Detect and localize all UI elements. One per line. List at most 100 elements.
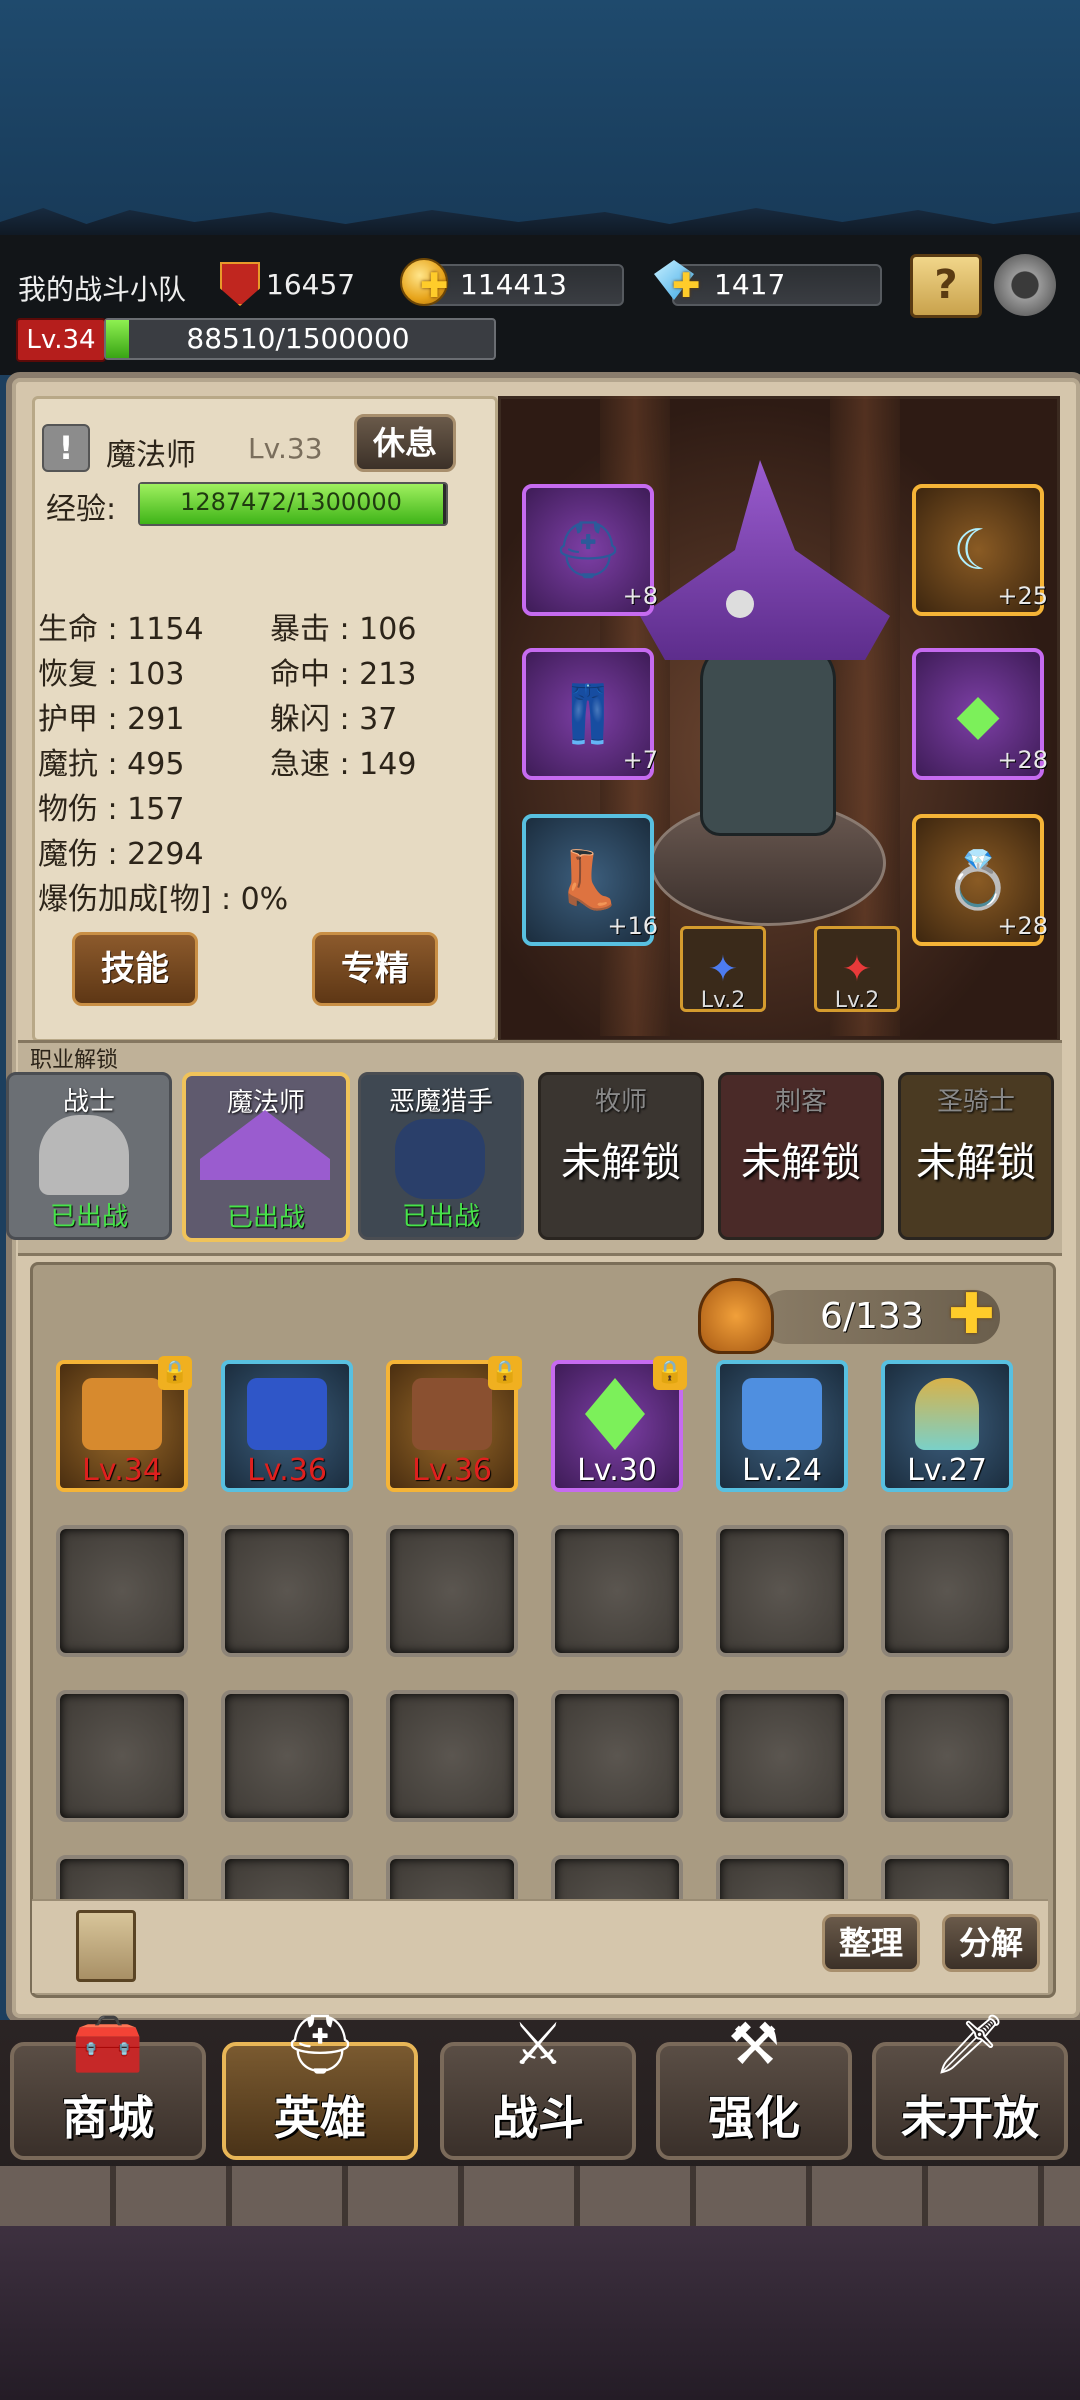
inventory-item[interactable]: Lv.27	[881, 1360, 1013, 1492]
nav-locked[interactable]: 🗡 未开放	[872, 2010, 1068, 2160]
inventory-item[interactable]: 🔒 Lv.36	[386, 1356, 522, 1492]
class-card-priest[interactable]: 牧师 未解锁	[538, 1072, 704, 1240]
wizard-character	[700, 640, 836, 836]
empty-slot[interactable]	[221, 1690, 353, 1822]
blue-pants-icon	[742, 1378, 822, 1450]
class-name: 牧师	[594, 1087, 647, 1117]
empty-slot[interactable]	[881, 1525, 1013, 1657]
nav-battle-label: 战斗	[492, 2091, 584, 2145]
red-gem-badge-icon: ✦	[841, 948, 873, 990]
gem-2-level: Lv.2	[834, 988, 880, 1013]
empty-slot[interactable]	[56, 1855, 188, 1899]
class-name: 恶魔猎手	[388, 1087, 493, 1117]
nav-locked-label: 未开放	[901, 2091, 1039, 2145]
skill-button[interactable]: 技能	[72, 932, 198, 1006]
expand-capacity-icon[interactable]: ✚	[948, 1282, 995, 1347]
ring-icon: 💍	[943, 848, 1013, 913]
empty-slot[interactable]	[221, 1855, 353, 1899]
class-name: 战士	[62, 1087, 115, 1117]
warrior-helmet-icon	[39, 1115, 129, 1195]
blue-boots-icon	[247, 1378, 327, 1450]
crossed-swords-icon: ⚔	[512, 2010, 564, 2078]
inventory-item[interactable]: 🔒 Lv.34	[56, 1356, 192, 1492]
inventory-item[interactable]: Lv.36	[221, 1360, 353, 1492]
class-status: 未解锁	[741, 1140, 861, 1186]
staff-slot[interactable]: ◆ +28	[912, 648, 1048, 780]
empty-slot[interactable]	[551, 1690, 683, 1822]
ring-slot[interactable]: 💍 +28	[912, 814, 1048, 946]
codex-book-icon[interactable]	[76, 1910, 136, 1982]
class-card-warrior[interactable]: 战士 已出战	[6, 1072, 172, 1240]
empty-slot[interactable]	[56, 1690, 188, 1822]
exp-label: 经验:	[46, 492, 117, 527]
top-background	[0, 0, 1080, 235]
item-level: Lv.36	[247, 1453, 327, 1488]
weapon-slot[interactable]: ☾ +25	[912, 484, 1048, 616]
item-level: Lv.36	[412, 1453, 492, 1488]
gem-slot-2[interactable]: ✦ Lv.2	[814, 926, 900, 1013]
help-book-icon[interactable]: ?	[910, 254, 982, 318]
boots-plus: +16	[607, 912, 658, 940]
inventory-item[interactable]: Lv.24	[716, 1360, 848, 1492]
item-level: Lv.30	[577, 1453, 657, 1488]
nav-hero-label: 英雄	[274, 2091, 366, 2145]
brick-wall	[0, 2166, 1080, 2226]
item-level: Lv.27	[907, 1453, 987, 1488]
player-level-badge: Lv.34	[16, 318, 106, 362]
rest-button[interactable]: 休息	[354, 414, 456, 472]
inventory-item[interactable]: 🔒 Lv.30	[551, 1356, 687, 1492]
nav-shop[interactable]: 🧰 商城	[10, 2010, 206, 2160]
demon-hunter-icon	[395, 1119, 485, 1199]
add-gold-icon[interactable]: ✚	[420, 266, 449, 306]
empty-slot[interactable]	[551, 1525, 683, 1657]
decompose-button[interactable]: 分解	[942, 1914, 1040, 1972]
info-icon[interactable]: !	[42, 424, 90, 472]
capacity-value: 6/133	[820, 1296, 924, 1337]
class-card-assassin[interactable]: 刺客 未解锁	[718, 1072, 884, 1240]
gear-icon[interactable]	[994, 254, 1056, 316]
empty-slot[interactable]	[56, 1525, 188, 1657]
class-status: 已出战	[49, 1202, 128, 1232]
green-staff-icon	[585, 1378, 645, 1450]
armor-slot[interactable]: 👖 +7	[522, 648, 658, 780]
empty-slot[interactable]	[716, 1855, 848, 1899]
empty-slot[interactable]	[881, 1855, 1013, 1899]
stat-magic-resist: 魔抗 : 495	[38, 747, 185, 782]
class-card-demon-hunter[interactable]: 恶魔猎手 已出战	[358, 1072, 524, 1240]
staff-plus: +28	[997, 746, 1048, 774]
mastery-button[interactable]: 专精	[312, 932, 438, 1006]
nav-battle[interactable]: ⚔ 战斗	[440, 2010, 636, 2160]
class-name: 圣骑士	[936, 1087, 1015, 1117]
class-card-mage[interactable]: 魔法师 已出战	[182, 1072, 350, 1242]
stat-haste: 急速 : 149	[270, 747, 417, 782]
gem-slot-1[interactable]: ✦ Lv.2	[680, 926, 766, 1013]
chest-armor-icon	[82, 1378, 162, 1450]
nav-enhance[interactable]: ⚒ 强化	[656, 2010, 852, 2160]
empty-slot[interactable]	[881, 1690, 1013, 1822]
class-status: 已出战	[401, 1202, 480, 1232]
treasure-chest-icon: 🧰	[71, 2010, 145, 2078]
empty-slot[interactable]	[551, 1855, 683, 1899]
boots-slot[interactable]: 👢 +16	[522, 814, 658, 946]
stat-crit: 暴击 : 106	[270, 612, 417, 647]
empty-slot[interactable]	[716, 1525, 848, 1657]
empty-slot[interactable]	[221, 1525, 353, 1657]
add-diamond-icon[interactable]: ✚	[672, 266, 701, 306]
stat-magic-damage: 魔伤 : 2294	[38, 837, 204, 872]
green-staff-icon: ◆	[956, 681, 1000, 747]
sort-button[interactable]: 整理	[822, 1914, 920, 1972]
pants-icon: 👖	[553, 682, 623, 747]
empty-slot[interactable]	[386, 1690, 518, 1822]
empty-slot[interactable]	[386, 1525, 518, 1657]
helmet-slot[interactable]: ⛑ +8	[522, 484, 658, 616]
diamond-value: 1417	[714, 268, 786, 301]
class-name: 刺客	[774, 1087, 827, 1117]
class-card-paladin[interactable]: 圣骑士 未解锁	[898, 1072, 1054, 1240]
empty-slot[interactable]	[716, 1690, 848, 1822]
stat-crit-bonus: 爆伤加成[物] : 0%	[38, 882, 289, 917]
nav-hero[interactable]: ⛑ 英雄	[222, 2010, 418, 2160]
class-status: 未解锁	[916, 1140, 1036, 1186]
inventory-row-partial	[40, 1855, 1040, 1899]
empty-slot[interactable]	[386, 1855, 518, 1899]
player-exp-text: 88510/1500000	[186, 322, 410, 355]
